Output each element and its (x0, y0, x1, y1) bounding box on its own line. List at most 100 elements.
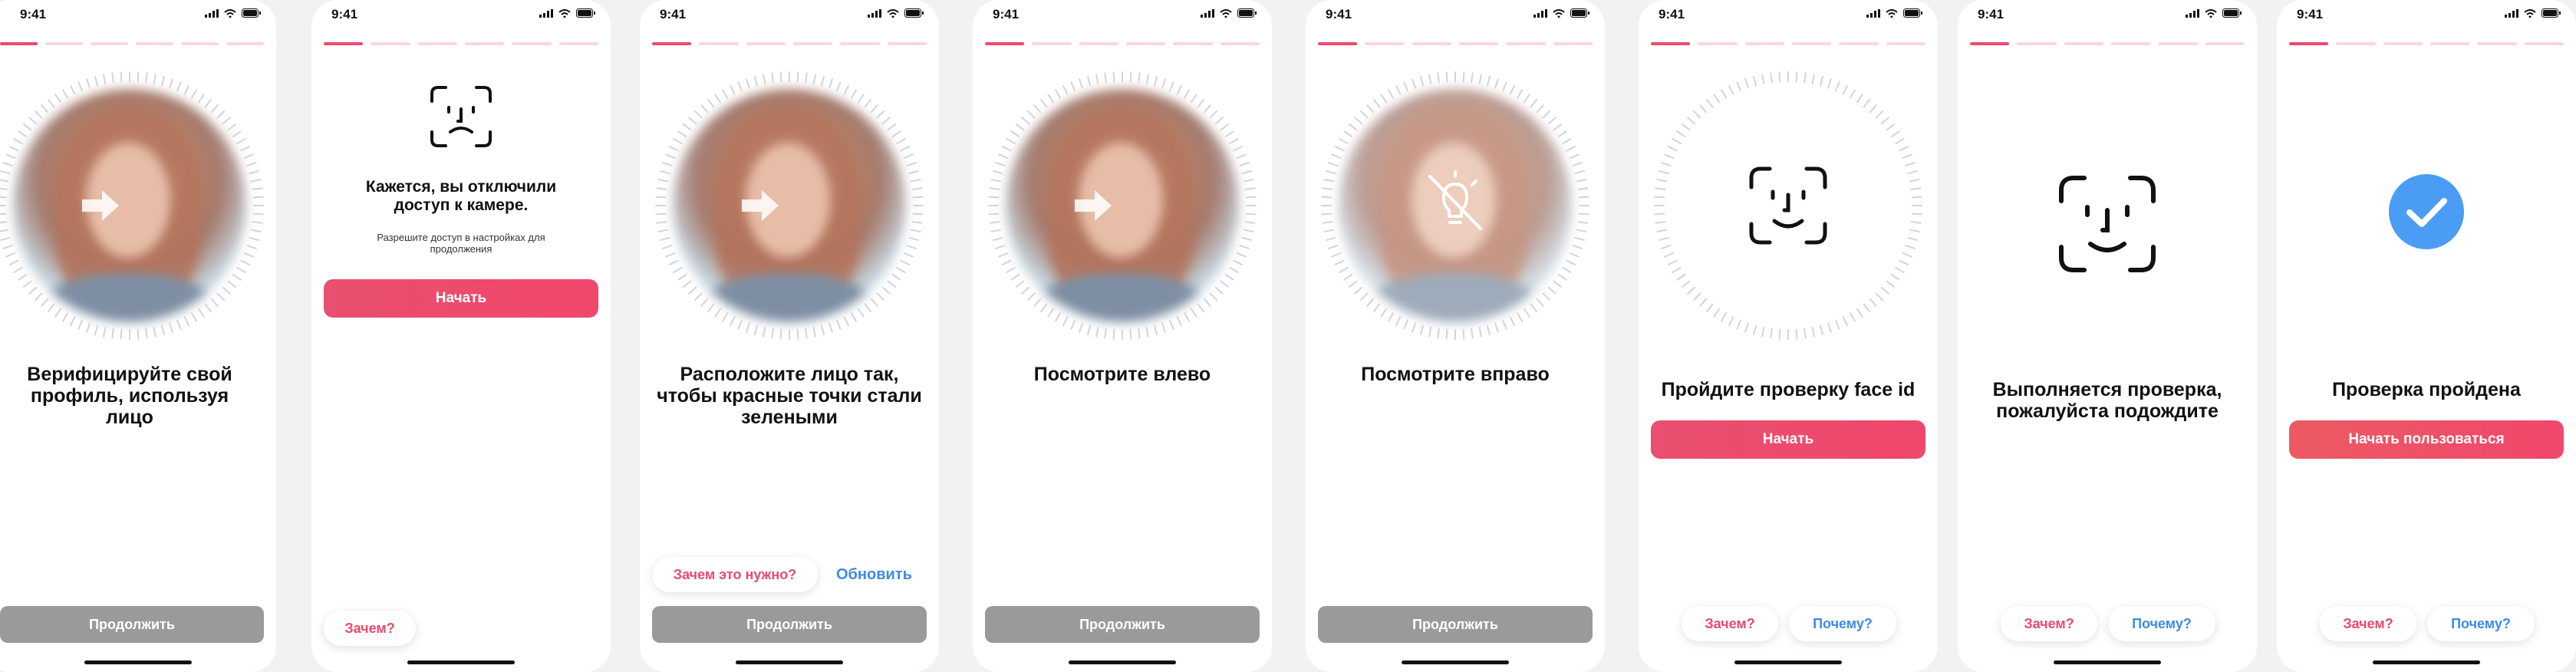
ring-tick (1224, 130, 1234, 137)
ring-tick (1566, 259, 1576, 265)
ring-tick (851, 89, 857, 99)
ring-tick (910, 229, 921, 232)
ring-tick (1047, 308, 1054, 318)
ring-tick (1692, 110, 1701, 119)
ring-tick (835, 81, 842, 92)
ring-tick (1220, 280, 1230, 288)
ring-tick (662, 162, 673, 166)
ring-tick (668, 259, 679, 265)
ring-tick (54, 308, 61, 318)
page-title: Выполняется проверка, пожалуйста подожди… (1992, 379, 2222, 422)
face-id-icon (2059, 176, 2156, 272)
ring-tick (1229, 267, 1239, 273)
ring-tick (1578, 196, 1589, 199)
ring-tick (1907, 236, 1919, 242)
ring-tick (1021, 286, 1030, 295)
battery-icon (1570, 8, 1589, 18)
ring-tick (0, 196, 7, 199)
ring-tick (1153, 324, 1158, 336)
ring-tick (222, 286, 231, 295)
ring-tick (1819, 324, 1824, 336)
ring-tick (657, 179, 669, 183)
ring-tick (243, 153, 254, 160)
ring-tick (1909, 179, 1920, 183)
ring-tick (252, 196, 264, 199)
ring-tick (1001, 146, 1012, 152)
continue-button[interactable]: Продолжить (1318, 606, 1593, 643)
ring-tick (1354, 117, 1363, 125)
ring-tick (1331, 252, 1342, 258)
screen-camera-denied: 9:41 Кажется, вы отключили доступ к каме… (311, 0, 611, 672)
ring-tick (1517, 312, 1523, 322)
home-indicator (2373, 660, 2480, 664)
why-button[interactable]: Зачем? (2320, 606, 2416, 641)
ring-tick (763, 326, 766, 338)
ring-tick (673, 138, 683, 144)
ring-tick (1895, 267, 1905, 273)
page-title: Расположите лицо так, чтобы красные точк… (657, 364, 922, 428)
ring-tick (1902, 153, 1912, 160)
ring-tick (1736, 319, 1742, 330)
ring-tick (779, 328, 782, 340)
continue-button[interactable]: Продолжить (0, 606, 264, 643)
ring-tick (746, 322, 750, 333)
ring-tick (204, 98, 212, 108)
start-button[interactable]: Начать (324, 279, 598, 318)
ring-tick (8, 259, 19, 265)
refresh-link[interactable]: Обновить (836, 566, 912, 584)
ring-tick (5, 153, 16, 160)
how-button[interactable]: Почему? (2108, 606, 2215, 641)
ring-tick (1895, 138, 1905, 144)
continue-button[interactable]: Продолжить (652, 606, 927, 643)
ring-tick (828, 78, 833, 89)
ring-tick (990, 229, 1002, 232)
how-button[interactable]: Почему? (1789, 606, 1896, 641)
ring-tick (876, 292, 885, 301)
face-preview (0, 71, 265, 341)
why-button[interactable]: Зачем? (1682, 606, 1778, 641)
ring-tick (771, 72, 774, 84)
ring-tick (1191, 308, 1197, 318)
ring-tick (1770, 328, 1773, 339)
ring-tick (668, 146, 679, 152)
continue-button[interactable]: Продолжить (985, 606, 1260, 643)
ring-tick (28, 286, 38, 295)
ring-tick (1744, 78, 1749, 89)
face-sad-icon (430, 86, 492, 147)
ring-tick (249, 236, 260, 242)
ring-tick (1070, 81, 1076, 92)
ring-tick (796, 328, 799, 340)
ring-tick (2, 162, 13, 166)
screen-look-left: 9:41 Посмотрите влево Продолжить (973, 0, 1272, 672)
ring-tick (1161, 78, 1166, 89)
ring-tick (48, 98, 55, 108)
ring-tick (1419, 324, 1425, 336)
ring-tick (1233, 259, 1244, 265)
progress-bar (1318, 42, 1593, 45)
how-button[interactable]: Почему? (2427, 606, 2535, 641)
why-needed-button[interactable]: Зачем это нужно? (652, 557, 818, 592)
ring-tick (881, 117, 891, 125)
ring-tick (1856, 308, 1863, 318)
start-using-button[interactable]: Начать пользоваться (2289, 420, 2564, 459)
ring-tick (34, 292, 43, 301)
why-button[interactable]: Зачем? (2001, 606, 2097, 641)
page-title: Верифицируйте свой профиль, используя ли… (27, 364, 232, 428)
ring-tick (1191, 94, 1197, 104)
ring-tick (876, 110, 885, 119)
ring-tick (730, 316, 736, 327)
ring-tick (1245, 196, 1257, 199)
why-button[interactable]: Зачем? (324, 611, 416, 646)
ring-tick (1752, 324, 1757, 336)
start-button[interactable]: Начать (1651, 420, 1925, 459)
ring-tick (1557, 274, 1567, 281)
ring-tick (1244, 187, 1256, 190)
ring-tick (1388, 89, 1394, 99)
ring-tick (1687, 286, 1696, 295)
ring-tick (1654, 196, 1665, 199)
ring-tick (662, 245, 673, 249)
ring-tick (1006, 138, 1016, 144)
page-title: Кажется, вы отключили доступ к камере. (365, 178, 557, 214)
ring-tick (1553, 124, 1563, 131)
ring-tick (1721, 312, 1727, 322)
